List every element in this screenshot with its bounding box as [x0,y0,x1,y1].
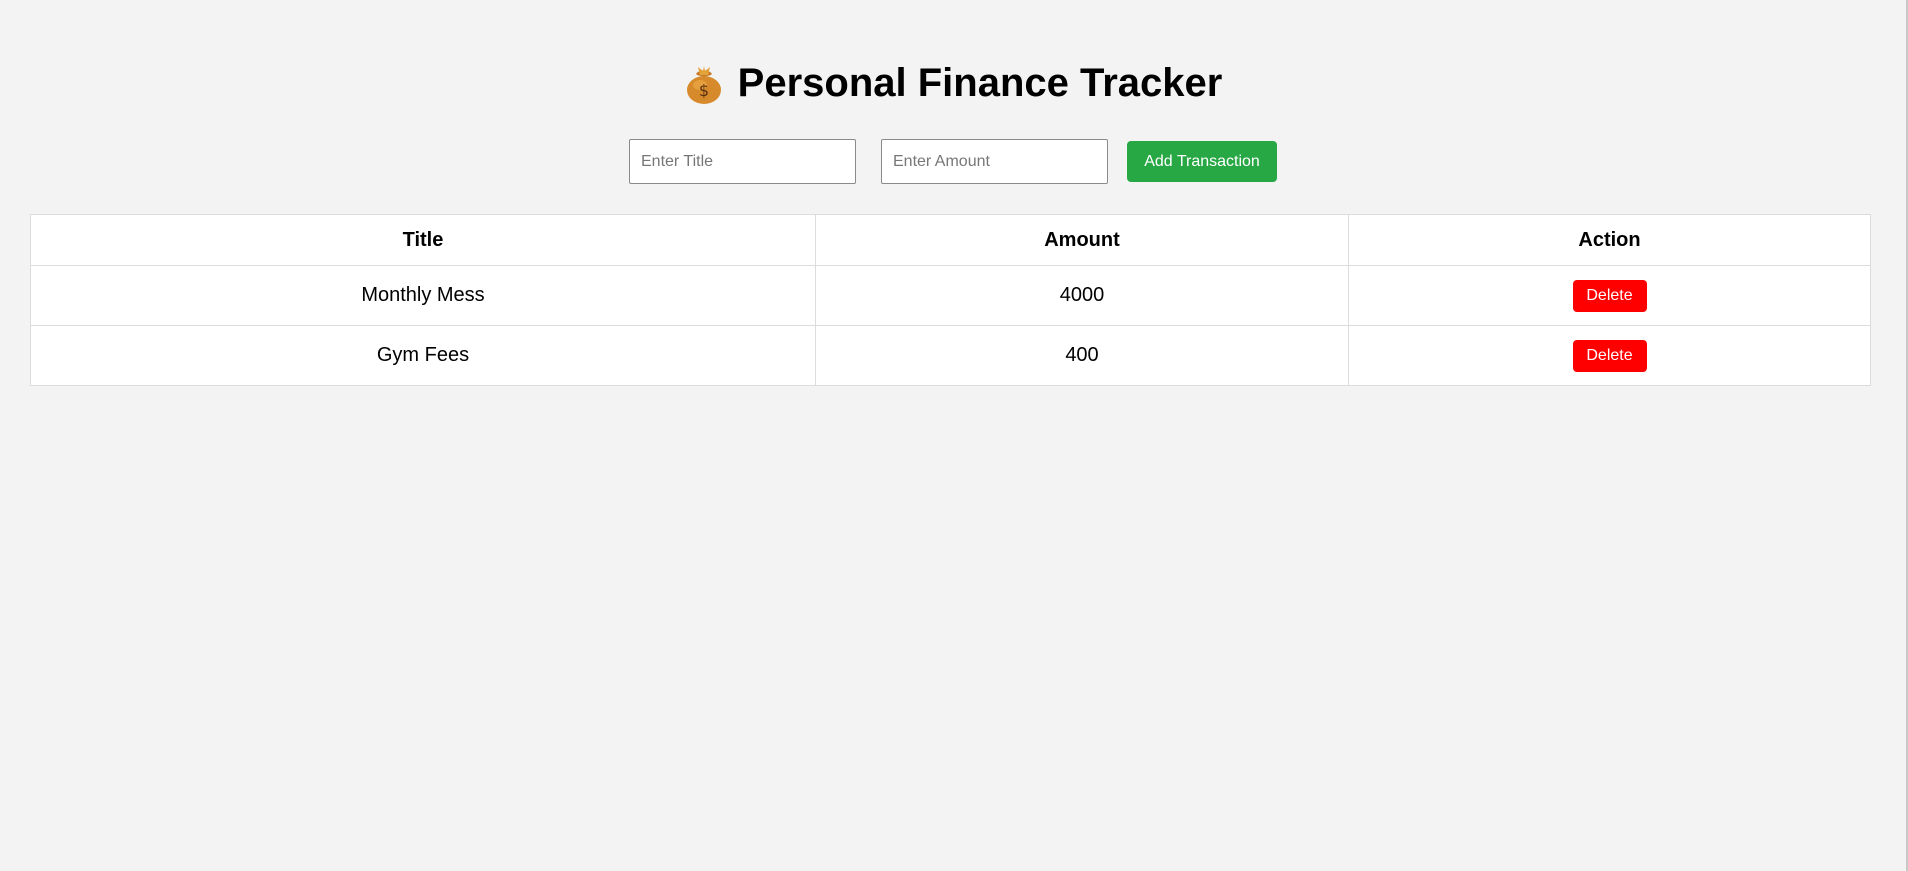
transaction-title: Gym Fees [30,325,816,386]
svg-text:$: $ [699,81,709,100]
delete-button[interactable]: Delete [1572,339,1647,372]
page-header: $ Personal Finance Tracker [0,53,1906,113]
table-row: Gym Fees 400 Delete [30,325,1871,386]
transaction-title: Monthly Mess [30,265,816,326]
transaction-amount: 4000 [815,265,1349,326]
transaction-action-cell: Delete [1348,325,1871,386]
transaction-amount: 400 [815,325,1349,386]
action-column-header: Action [1348,214,1871,266]
transaction-action-cell: Delete [1348,265,1871,326]
page-title: Personal Finance Tracker [737,61,1223,105]
add-transaction-button[interactable]: Add Transaction [1127,141,1277,182]
money-bag-icon: $ [684,61,724,105]
transaction-form: Add Transaction [0,139,1906,184]
table-header-row: Title Amount Action [30,214,1871,266]
amount-column-header: Amount [815,214,1349,266]
title-input[interactable] [629,139,856,184]
delete-button[interactable]: Delete [1572,279,1647,312]
amount-input[interactable] [881,139,1108,184]
transactions-table: Title Amount Action Monthly Mess 4000 De… [30,214,1871,386]
table-row: Monthly Mess 4000 Delete [30,265,1871,326]
title-column-header: Title [30,214,816,266]
transactions-table-wrap: Title Amount Action Monthly Mess 4000 De… [30,214,1871,386]
title-wrap: $ Personal Finance Tracker [684,53,1223,113]
